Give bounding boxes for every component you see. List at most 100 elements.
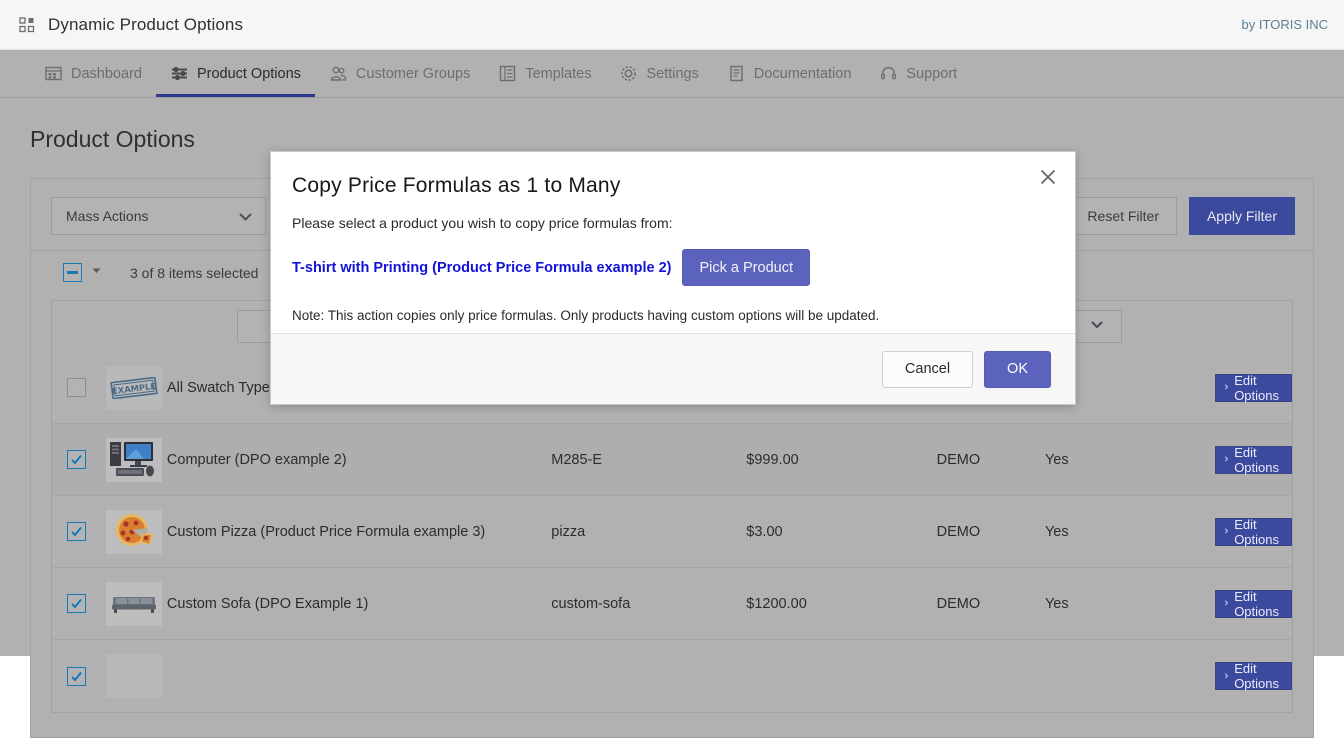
chevron-right-icon: › [1224, 381, 1229, 393]
pick-a-product-button[interactable]: Pick a Product [682, 249, 810, 286]
example-stamp-thumb: EXAMPLE [105, 365, 162, 410]
gear-icon [619, 64, 638, 83]
chevron-down-icon [1089, 316, 1105, 337]
document-icon [727, 64, 746, 83]
row-thumbnail-cell [101, 654, 167, 698]
headset-icon [879, 64, 898, 83]
chevron-right-icon: › [1224, 597, 1229, 609]
nav-label: Templates [525, 65, 592, 82]
chevron-down-icon [237, 208, 254, 225]
row-has-options: Yes [1044, 451, 1069, 468]
row-checkbox[interactable] [66, 378, 86, 397]
nav-label: Dashboard [71, 65, 142, 82]
dialog-body: Copy Price Formulas as 1 to Many Please … [271, 152, 1075, 335]
vendor-credit: by ITORIS INC [1241, 17, 1328, 32]
template-list-icon [498, 64, 517, 83]
row-name: Computer (DPO example 2) [166, 451, 347, 468]
mass-actions-label: Mass Actions [66, 208, 149, 224]
row-price: $1200.00 [746, 595, 807, 612]
edit-options-label: Edit Options [1234, 372, 1279, 403]
row-checkbox[interactable] [66, 594, 86, 613]
dialog-title: Copy Price Formulas as 1 to Many [292, 174, 621, 197]
nav-label: Product Options [196, 65, 301, 82]
nav-label: Settings [646, 65, 699, 82]
edit-options-label: Edit Options [1234, 588, 1279, 619]
edit-options-label: Edit Options [1234, 444, 1279, 475]
row-thumbnail-cell [101, 509, 167, 554]
table-row[interactable]: › Edit Options [52, 640, 1292, 712]
select-all-checkbox[interactable] [63, 263, 82, 282]
row-actions-cell: › Edit Options [1214, 661, 1292, 691]
app-titlebar: Dynamic Product Options by ITORIS INC [0, 0, 1344, 50]
chevron-right-icon: › [1224, 525, 1229, 537]
row-sku: pizza [551, 523, 586, 540]
chevron-right-icon: › [1224, 669, 1229, 682]
sliders-icon [170, 64, 189, 83]
chevron-right-icon: › [1224, 453, 1229, 465]
row-thumbnail-cell: EXAMPLE [101, 365, 167, 410]
row-price: $999.00 [746, 451, 799, 468]
nav-item-support[interactable]: Support [865, 50, 971, 97]
select-all-control[interactable]: 3 of 8 items selected [63, 263, 258, 282]
dashboard-grid-icon [44, 64, 63, 83]
edit-options-button[interactable]: › Edit Options [1214, 588, 1292, 619]
reset-filter-button[interactable]: Reset Filter [1069, 197, 1177, 235]
page-heading: Product Options [30, 126, 195, 152]
nav-label: Support [906, 65, 958, 82]
nav-item-documentation[interactable]: Documentation [713, 50, 866, 97]
row-checkbox-cell [52, 378, 101, 397]
table-row[interactable]: Custom Sofa (DPO Example 1) custom-sofa … [52, 568, 1292, 640]
nav-item-dashboard[interactable]: Dashboard [30, 50, 156, 97]
nav-item-product-options[interactable]: Product Options [155, 50, 315, 97]
nav-item-templates[interactable]: Templates [484, 50, 605, 97]
blank-thumb [105, 654, 162, 698]
row-checkbox-cell [52, 666, 101, 686]
cancel-label: Cancel [904, 361, 951, 377]
cancel-button[interactable]: Cancel [881, 350, 974, 388]
row-site: DEMO [936, 523, 981, 540]
pick-a-product-label: Pick a Product [699, 259, 793, 276]
dialog-footer: Cancel OK [271, 333, 1075, 404]
grid-squares-icon [18, 16, 36, 34]
row-actions-cell: › Edit Options [1214, 372, 1292, 403]
row-sku: custom-sofa [551, 595, 631, 612]
ok-button[interactable]: OK [984, 350, 1051, 388]
page-title: Dynamic Product Options [48, 14, 244, 34]
row-site: DEMO [936, 595, 981, 612]
row-checkbox[interactable] [66, 666, 86, 686]
product-picker-row: T-shirt with Printing (Product Price For… [292, 249, 1051, 286]
dialog-note: Note: This action copies only price form… [292, 308, 880, 323]
edit-options-button[interactable]: › Edit Options [1214, 661, 1292, 691]
selection-count-label: 3 of 8 items selected [130, 264, 259, 281]
table-row[interactable]: Computer (DPO example 2) M285-E $999.00 … [52, 424, 1292, 496]
pizza-thumb [105, 509, 162, 554]
row-checkbox-cell [52, 522, 101, 541]
row-sku: M285-E [551, 451, 603, 468]
edit-options-button[interactable]: › Edit Options [1214, 444, 1292, 475]
product-options-table: EXAMPLE All Swatch Types (DPO example 5)… [51, 352, 1293, 713]
dialog-subtitle: Please select a product you wish to copy… [292, 215, 673, 231]
nav-item-customer-groups[interactable]: Customer Groups [315, 50, 484, 97]
nav-label: Documentation [753, 65, 852, 82]
sofa-thumb [105, 581, 162, 626]
row-thumbnail-cell [101, 581, 167, 626]
row-checkbox[interactable] [66, 522, 86, 541]
row-site: DEMO [936, 451, 981, 468]
edit-options-button[interactable]: › Edit Options [1214, 517, 1292, 547]
nav-item-settings[interactable]: Settings [605, 50, 712, 97]
main-navigation: Dashboard Product Options Customer Group… [0, 50, 1344, 98]
table-row[interactable]: Custom Pizza (Product Price Formula exam… [52, 496, 1292, 568]
row-name: Custom Sofa (DPO Example 1) [166, 595, 369, 612]
reset-filter-label: Reset Filter [1087, 208, 1159, 224]
caret-down-icon[interactable] [90, 264, 103, 282]
apply-filter-button[interactable]: Apply Filter [1188, 197, 1295, 235]
filter-select[interactable] [1072, 310, 1122, 343]
edit-options-button[interactable]: › Edit Options [1214, 372, 1292, 403]
close-x-icon[interactable] [1035, 164, 1061, 190]
people-icon [329, 64, 348, 83]
row-has-options: Yes [1044, 595, 1069, 612]
row-actions-cell: › Edit Options [1214, 517, 1292, 547]
mass-actions-select[interactable]: Mass Actions [51, 197, 266, 235]
row-checkbox[interactable] [66, 450, 86, 469]
selected-product-link[interactable]: T-shirt with Printing (Product Price For… [292, 260, 671, 276]
